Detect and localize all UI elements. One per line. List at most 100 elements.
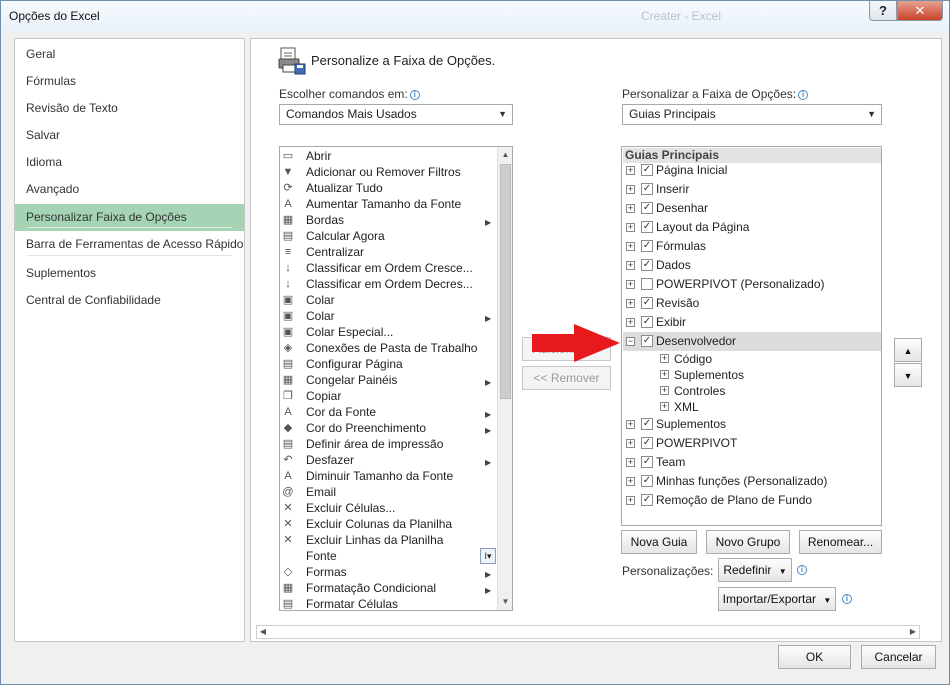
tab-checkbox[interactable]: ✓ (641, 456, 653, 468)
tree-tab-row[interactable]: + ✓ Página Inicial (623, 161, 881, 180)
list-item[interactable]: ▦ Formatação Condicional ▶ (280, 580, 496, 596)
tab-checkbox[interactable]: ✓ (641, 437, 653, 449)
tab-checkbox[interactable]: ✓ (641, 221, 653, 233)
expand-icon[interactable]: + (660, 370, 669, 379)
tree-tab-row[interactable]: + ✓ Revisão (623, 294, 881, 313)
nav-item[interactable]: Geral (15, 41, 244, 68)
tab-checkbox[interactable]: ✓ (641, 494, 653, 506)
tree-tab-row[interactable]: + POWERPIVOT (Personalizado) (623, 275, 881, 294)
list-item[interactable]: Fonte I▾ (280, 548, 496, 564)
horizontal-scrollbar[interactable]: ◀ ▶ (256, 625, 920, 639)
commands-list[interactable]: ▭ Abrir ▼ Adicionar ou Remover Filtros ⟳ Atua… (279, 146, 513, 611)
tree-tab-row[interactable]: + ✓ Suplementos (623, 415, 881, 434)
list-item[interactable]: ◇ Formas ▶ (280, 564, 496, 580)
tab-checkbox[interactable]: ✓ (641, 240, 653, 252)
list-item[interactable]: A Aumentar Tamanho da Fonte (280, 196, 496, 212)
nav-item[interactable]: Salvar (15, 122, 244, 149)
list-item[interactable]: ↓ Classificar em Ordem Cresce... (280, 260, 496, 276)
list-item[interactable]: ▦ Bordas ▶ (280, 212, 496, 228)
expand-icon[interactable]: + (626, 420, 635, 429)
expand-icon[interactable]: + (660, 386, 669, 395)
tree-tab-row[interactable]: + ✓ Inserir (623, 180, 881, 199)
tree-tab-row[interactable]: + ✓ POWERPIVOT (623, 434, 881, 453)
import-export-button[interactable]: Importar/Exportar ▼ (718, 587, 836, 611)
nav-item[interactable]: Revisão de Texto (15, 95, 244, 122)
help-button[interactable]: ? (869, 1, 897, 21)
nav-item[interactable]: Idioma (15, 149, 244, 176)
new-group-button[interactable]: Novo Grupo (706, 530, 790, 554)
list-item[interactable]: A Diminuir Tamanho da Fonte (280, 468, 496, 484)
tab-checkbox[interactable]: ✓ (641, 297, 653, 309)
tree-tab-row[interactable]: + ✓ Team (623, 453, 881, 472)
ok-button[interactable]: OK (778, 645, 851, 669)
tree-tab-row[interactable]: − ✓ Desenvolvedor (623, 332, 881, 351)
expand-icon[interactable]: + (626, 299, 635, 308)
new-tab-button[interactable]: Nova Guia (621, 530, 697, 554)
ribbon-tabs-tree[interactable]: Guias Principais + ✓ Página Inicial + ✓ Inser… (621, 146, 882, 526)
scroll-left-icon[interactable]: ◀ (257, 626, 269, 638)
list-item[interactable]: ❐ Copiar (280, 388, 496, 404)
expand-icon[interactable]: + (626, 223, 635, 232)
tab-checkbox[interactable] (641, 278, 653, 290)
expand-icon[interactable]: + (626, 496, 635, 505)
reset-button[interactable]: Redefinir ▼ (718, 558, 792, 582)
remove-button[interactable]: << Remover (522, 366, 611, 390)
list-item[interactable]: ▤ Configurar Página (280, 356, 496, 372)
nav-item[interactable]: Barra de Ferramentas de Acesso Rápido (15, 231, 244, 258)
list-item[interactable]: ↓ Classificar em Ordem Decres... (280, 276, 496, 292)
tree-group-row[interactable]: + XML (623, 399, 881, 415)
expand-icon[interactable]: + (626, 204, 635, 213)
list-item[interactable]: ⟳ Atualizar Tudo (280, 180, 496, 196)
expand-icon[interactable]: + (626, 166, 635, 175)
tree-tab-row[interactable]: + ✓ Layout da Página (623, 218, 881, 237)
list-item[interactable]: ▣ Colar (280, 292, 496, 308)
close-button[interactable]: ✕ (897, 1, 943, 21)
list-item[interactable]: ◆ Cor do Preenchimento ▶ (280, 420, 496, 436)
expand-icon[interactable]: + (626, 458, 635, 467)
nav-item[interactable]: Avançado (15, 176, 244, 203)
list-item[interactable]: ▤ Formatar Células (280, 596, 496, 610)
scroll-right-icon[interactable]: ▶ (907, 626, 919, 638)
list-item[interactable]: ✕ Excluir Linhas da Planilha (280, 532, 496, 548)
tab-checkbox[interactable]: ✓ (641, 183, 653, 195)
expand-icon[interactable]: + (626, 280, 635, 289)
tab-checkbox[interactable]: ✓ (641, 335, 653, 347)
tree-tab-row[interactable]: + ✓ Dados (623, 256, 881, 275)
list-item[interactable]: ▤ Calcular Agora (280, 228, 496, 244)
scroll-thumb[interactable] (500, 164, 511, 399)
list-item[interactable]: ✕ Excluir Colunas da Planilha (280, 516, 496, 532)
tree-tab-row[interactable]: + ✓ Exibir (623, 313, 881, 332)
list-item[interactable]: @ Email (280, 484, 496, 500)
list-item[interactable]: ▦ Congelar Painéis ▶ (280, 372, 496, 388)
expand-icon[interactable]: + (626, 318, 635, 327)
tab-checkbox[interactable]: ✓ (641, 316, 653, 328)
tree-tab-row[interactable]: + ✓ Fórmulas (623, 237, 881, 256)
list-item[interactable]: ✕ Excluir Células... (280, 500, 496, 516)
rename-button[interactable]: Renomear... (799, 530, 882, 554)
scroll-up-icon[interactable]: ▲ (498, 147, 512, 163)
tab-checkbox[interactable]: ✓ (641, 259, 653, 271)
tab-checkbox[interactable]: ✓ (641, 418, 653, 430)
expand-icon[interactable]: + (626, 261, 635, 270)
list-item[interactable]: ▣ Colar Especial... (280, 324, 496, 340)
customize-ribbon-dropdown[interactable]: Guias Principais ▼ (622, 104, 882, 125)
tree-tab-row[interactable]: + ✓ Desenhar (623, 199, 881, 218)
expand-icon[interactable]: + (660, 354, 669, 363)
move-up-button[interactable]: ▲ (894, 338, 922, 362)
tab-checkbox[interactable]: ✓ (641, 202, 653, 214)
list-item[interactable]: ▤ Definir área de impressão (280, 436, 496, 452)
tree-tab-row[interactable]: + ✓ Remoção de Plano de Fundo (623, 491, 881, 510)
list-item[interactable]: ▭ Abrir (280, 148, 496, 164)
cancel-button[interactable]: Cancelar (861, 645, 936, 669)
font-picker-icon[interactable]: I▾ (480, 548, 496, 564)
tree-tab-row[interactable]: + ✓ Minhas funções (Personalizado) (623, 472, 881, 491)
nav-item[interactable]: Central de Confiabilidade (15, 287, 244, 314)
list-item[interactable]: ≡ Centralizar (280, 244, 496, 260)
nav-item[interactable]: Fórmulas (15, 68, 244, 95)
expand-icon[interactable]: + (626, 185, 635, 194)
expand-icon[interactable]: + (626, 242, 635, 251)
expand-icon[interactable]: + (626, 439, 635, 448)
list-item[interactable]: ◈ Conexões de Pasta de Trabalho (280, 340, 496, 356)
choose-commands-dropdown[interactable]: Comandos Mais Usados ▼ (279, 104, 513, 125)
commands-list-scrollbar[interactable]: ▲ ▼ (497, 147, 512, 610)
